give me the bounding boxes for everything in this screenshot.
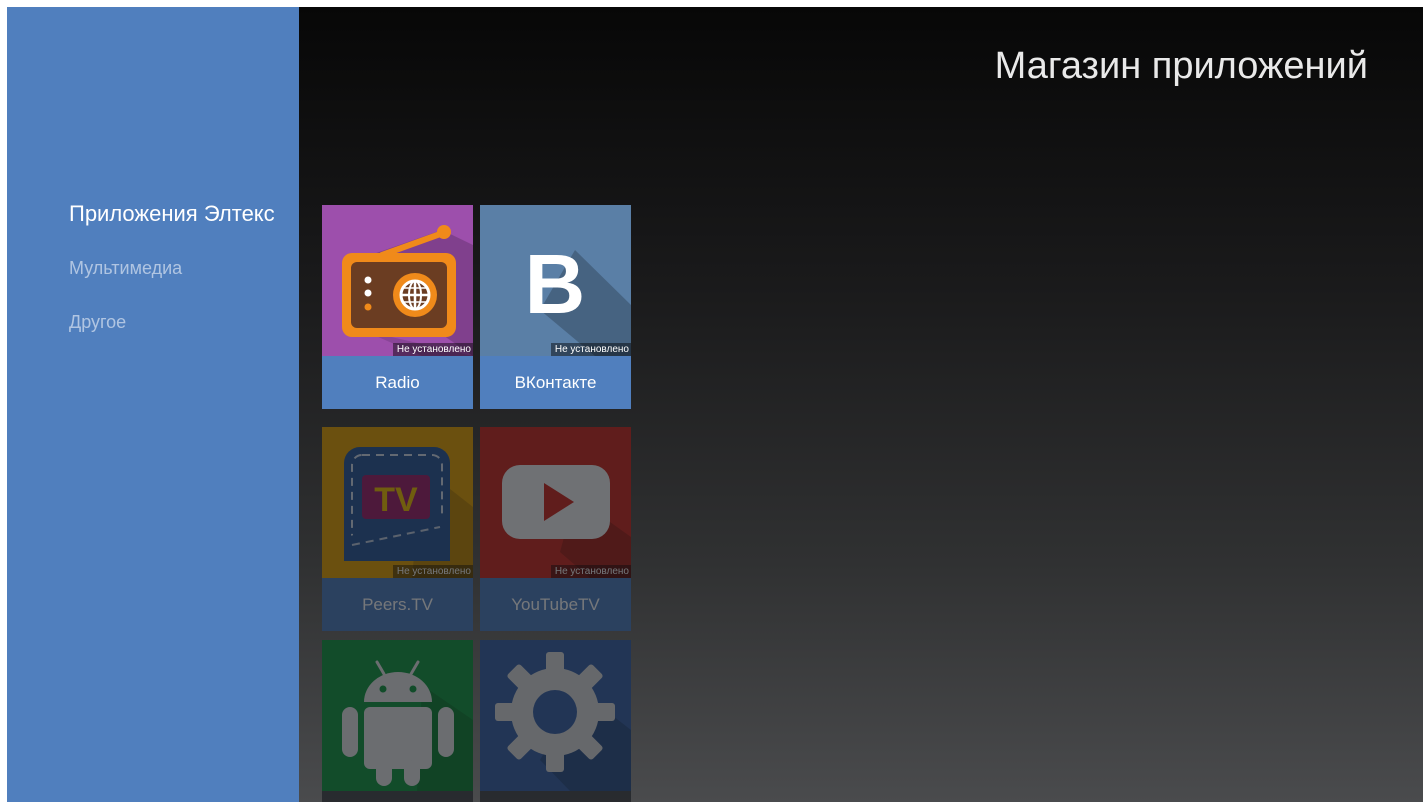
peers-tv-icon: TV [344,447,473,578]
svg-text:TV: TV [374,481,418,519]
app-tile-settings[interactable] [480,640,631,802]
sidebar-item-other[interactable]: Другое [69,312,126,333]
app-tile-radio[interactable]: Не установлено Radio [322,205,473,409]
app-tile-art: Не установлено [480,427,631,578]
app-tile-label: Peers.TV [322,578,473,631]
install-status-badge: Не установлено [550,343,631,356]
app-tile-art: TV Не установлено [322,427,473,578]
app-tile-vkontakte[interactable]: B Не установлено ВКонтакте [480,205,631,409]
install-status-badge: Не установлено [392,343,473,356]
android-icon [342,660,473,791]
category-sidebar: Приложения Элтекс Мультимедиа Другое [7,7,299,802]
install-status-badge: Не установлено [550,565,631,578]
page-title: Магазин приложений [994,45,1368,87]
app-tile-art: B Не установлено [480,205,631,356]
svg-text:B: B [525,237,586,331]
install-status-badge: Не установлено [392,565,473,578]
settings-gear-icon [495,652,631,791]
sidebar-item-eltex-apps[interactable]: Приложения Элтекс [69,201,275,227]
app-tile-youtubetv[interactable]: Не установлено YouTubeTV [480,427,631,631]
app-tile-peers-tv[interactable]: TV Не установлено Peers.TV [322,427,473,631]
app-tile-label: Radio [322,356,473,409]
app-tile-art [480,640,631,791]
vk-icon: B [525,237,631,356]
app-store-screen: Приложения Элтекс Мультимедиа Другое Маг… [7,7,1423,802]
sidebar-item-multimedia[interactable]: Мультимедиа [69,258,182,279]
app-tile-art [322,640,473,791]
youtube-icon [502,465,631,578]
app-tile-art: Не установлено [322,205,473,356]
app-tile-label: YouTubeTV [480,578,631,631]
radio-icon [342,225,473,356]
app-tile-android[interactable] [322,640,473,802]
app-tile-label: ВКонтакте [480,356,631,409]
